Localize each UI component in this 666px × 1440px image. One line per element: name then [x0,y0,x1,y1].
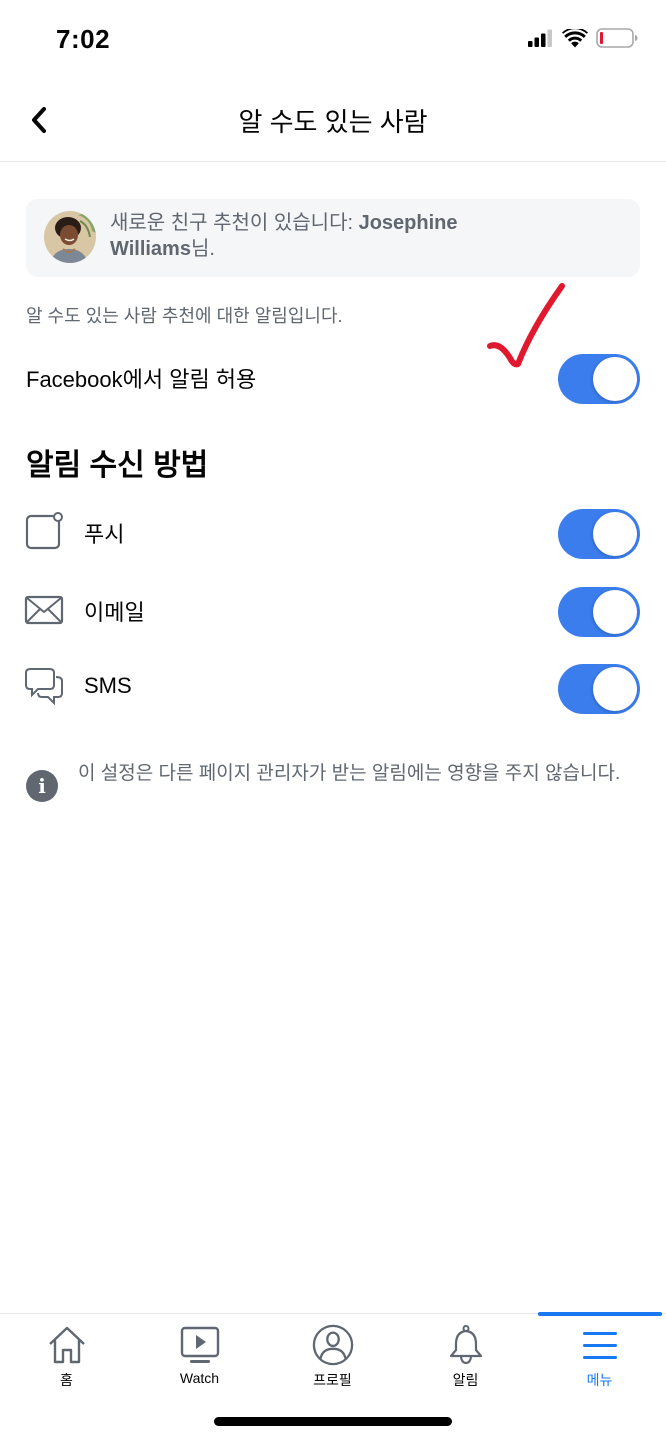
profile-icon [312,1324,353,1366]
status-time: 7:02 [56,24,111,54]
push-toggle[interactable] [558,509,640,559]
toggle-knob [593,590,637,634]
info-icon: i [26,770,58,802]
friend-suggestion-card[interactable]: 새로운 친구 추천이 있습니다: Josephine Williams님. [26,199,640,277]
sms-toggle[interactable] [558,664,640,714]
email-toggle[interactable] [558,587,640,637]
info-text: 이 설정은 다른 페이지 관리자가 받는 알림에는 영향을 주지 않습니다. [78,763,621,784]
toggle-knob [593,512,637,556]
status-icons [528,28,638,48]
push-notification-icon [25,512,63,550]
cellular-signal-icon [528,29,552,47]
status-bar: 7:02 [0,0,666,80]
tab-label: 홈 [60,1372,73,1388]
home-indicator[interactable] [214,1417,452,1426]
tab-label: 메뉴 [586,1372,613,1388]
section-title: 알림 수신 방법 [26,449,209,482]
tab-label: 알림 [452,1372,479,1388]
menu-icon [582,1332,617,1359]
toggle-knob [593,667,637,711]
tab-profile[interactable]: 프로필 [266,1314,399,1394]
method-label-email: 이메일 [84,600,145,625]
wifi-icon [562,28,588,47]
allow-notifications-toggle[interactable] [558,354,640,404]
red-checkmark-annotation [487,283,565,368]
notification-description: 알 수도 있는 사람 추천에 대한 알림입니다. [26,306,343,326]
chat-bubbles-icon [25,668,63,706]
tab-watch[interactable]: Watch [133,1314,266,1394]
avatar [44,211,96,263]
allow-notifications-label: Facebook에서 알림 허용 [26,367,257,392]
toggle-knob [593,357,637,401]
method-label-sms: SMS [84,673,132,698]
battery-low-icon [596,28,638,48]
tab-menu[interactable]: 메뉴 [533,1314,666,1394]
tab-notifications[interactable]: 알림 [399,1314,532,1394]
tab-label: 프로필 [313,1372,352,1388]
suggestion-suffix: 님. [190,238,215,260]
suggestion-prefix: 새로운 친구 추천이 있습니다: [110,212,359,234]
page-title: 알 수도 있는 사람 [238,107,428,137]
suggestion-text: 새로운 친구 추천이 있습니다: Josephine Williams님. [110,210,530,262]
home-icon [48,1326,85,1364]
bell-icon [449,1325,482,1365]
page-header: 알 수도 있는 사람 [0,80,666,162]
tab-label: Watch [179,1370,220,1386]
watch-video-icon [180,1326,219,1363]
method-label-push: 푸시 [84,522,125,547]
envelope-icon [24,595,64,625]
tab-home[interactable]: 홈 [0,1314,133,1394]
